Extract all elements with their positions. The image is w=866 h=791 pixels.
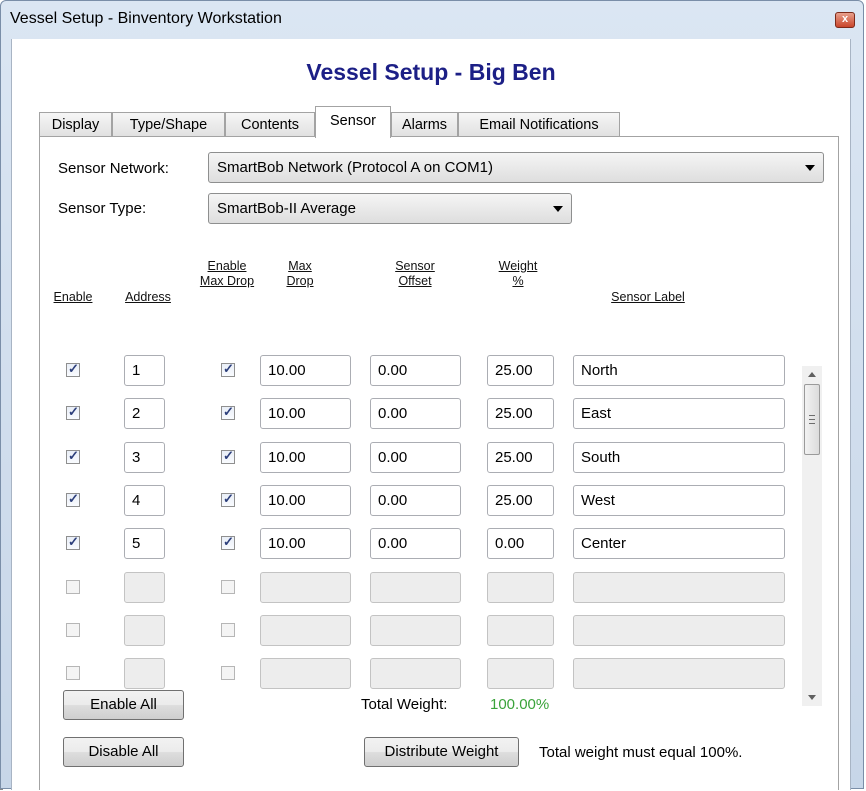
sensor-offset-field[interactable]	[370, 658, 461, 689]
sensor-offset-field[interactable]: 0.00	[370, 528, 461, 559]
distribute-weight-button[interactable]: Distribute Weight	[364, 737, 519, 767]
weight-field[interactable]	[487, 572, 554, 603]
enable-max-drop-checkbox[interactable]	[221, 491, 235, 507]
sensor-offset-field[interactable]: 0.00	[370, 485, 461, 516]
enable-checkbox[interactable]	[66, 491, 80, 507]
sensor-offset-field[interactable]	[370, 572, 461, 603]
enable-max-drop-checkbox[interactable]	[221, 623, 235, 637]
window-title: Vessel Setup - Binventory Workstation	[10, 10, 282, 27]
sensor-label-field[interactable]: Center	[573, 528, 785, 559]
weight-field[interactable]: 25.00	[487, 355, 554, 386]
enable-checkbox[interactable]	[66, 448, 80, 464]
enable-checkbox[interactable]	[66, 404, 80, 420]
total-weight-label: Total Weight:	[361, 696, 448, 713]
enable-checkbox[interactable]	[66, 361, 80, 377]
col-header-enable: Enable	[53, 290, 93, 304]
scrollbar-thumb[interactable]	[804, 384, 820, 455]
total-weight-value: 100.00%	[490, 696, 550, 713]
enable-max-drop-checkbox[interactable]	[221, 666, 235, 680]
enable-checkbox[interactable]	[66, 534, 80, 550]
address-field[interactable]: 3	[124, 442, 165, 473]
sensor-label-field[interactable]	[573, 658, 785, 689]
address-field[interactable]	[124, 658, 165, 689]
enable-max-drop-checkbox[interactable]	[221, 580, 235, 594]
col-header-address: Address	[125, 290, 171, 304]
address-field[interactable]	[124, 615, 165, 646]
rows-scrollbar[interactable]	[802, 366, 822, 706]
address-field[interactable]: 2	[124, 398, 165, 429]
address-field[interactable]: 4	[124, 485, 165, 516]
tab-sensor[interactable]: Sensor	[315, 106, 391, 138]
page-title: Vessel Setup - Big Ben	[306, 59, 556, 85]
weight-field[interactable]	[487, 615, 554, 646]
dialog-client: Vessel Setup - Big Ben Display Type/Shap…	[11, 39, 851, 790]
weight-field[interactable]	[487, 658, 554, 689]
sensor-network-value: SmartBob Network (Protocol A on COM1)	[217, 159, 493, 176]
weight-field[interactable]: 25.00	[487, 442, 554, 473]
enable-max-drop-checkbox[interactable]	[221, 404, 235, 420]
max-drop-field[interactable]: 10.00	[260, 442, 351, 473]
tab-display[interactable]: Display	[39, 112, 112, 137]
weight-field[interactable]: 0.00	[487, 528, 554, 559]
col-header-sensor-offset: Sensor Offset	[395, 259, 435, 288]
enable-checkbox[interactable]	[66, 623, 80, 637]
sensor-offset-field[interactable]: 0.00	[370, 398, 461, 429]
sensor-label-field[interactable]: South	[573, 442, 785, 473]
sensor-type-select[interactable]: SmartBob-II Average	[208, 193, 572, 224]
scroll-down-arrow-icon[interactable]	[802, 688, 822, 706]
sensor-type-label: Sensor Type:	[58, 200, 147, 217]
dialog-window: Vessel Setup - Binventory Workstation x …	[0, 0, 864, 790]
sensor-type-value: SmartBob-II Average	[217, 200, 356, 217]
max-drop-field[interactable]: 10.00	[260, 398, 351, 429]
weight-field[interactable]: 25.00	[487, 485, 554, 516]
address-field[interactable]	[124, 572, 165, 603]
enable-checkbox[interactable]	[66, 580, 80, 594]
tab-contents[interactable]: Contents	[225, 112, 315, 137]
sensor-offset-field[interactable]: 0.00	[370, 442, 461, 473]
sensor-label-field[interactable]	[573, 572, 785, 603]
total-weight-note: Total weight must equal 100%.	[539, 744, 743, 761]
sensor-network-label: Sensor Network:	[58, 160, 169, 177]
sensor-label-field[interactable]: North	[573, 355, 785, 386]
max-drop-field[interactable]: 10.00	[260, 485, 351, 516]
scroll-up-arrow-icon[interactable]	[802, 366, 822, 384]
chevron-down-icon	[553, 206, 563, 212]
enable-all-button[interactable]: Enable All	[63, 690, 184, 720]
max-drop-field[interactable]	[260, 572, 351, 603]
col-header-sensor-label: Sensor Label	[611, 290, 685, 304]
enable-max-drop-checkbox[interactable]	[221, 448, 235, 464]
sensor-label-field[interactable]: East	[573, 398, 785, 429]
close-button[interactable]: x	[835, 12, 855, 28]
weight-field[interactable]: 25.00	[487, 398, 554, 429]
col-header-weight: Weight%	[498, 259, 538, 288]
address-field[interactable]: 5	[124, 528, 165, 559]
tab-alarms[interactable]: Alarms	[391, 112, 458, 137]
max-drop-field[interactable]	[260, 658, 351, 689]
max-drop-field[interactable]	[260, 615, 351, 646]
tab-email-notifications[interactable]: Email Notifications	[458, 112, 620, 137]
tab-type-shape[interactable]: Type/Shape	[112, 112, 225, 137]
chevron-down-icon	[805, 165, 815, 171]
sensor-network-select[interactable]: SmartBob Network (Protocol A on COM1)	[208, 152, 824, 183]
title-bar: Vessel Setup - Binventory Workstation x	[1, 1, 863, 39]
col-header-max-drop: Max Drop	[286, 259, 314, 288]
sensor-offset-field[interactable]	[370, 615, 461, 646]
close-icon: x	[841, 13, 849, 25]
enable-checkbox[interactable]	[66, 666, 80, 680]
sensor-label-field[interactable]	[573, 615, 785, 646]
sensor-offset-field[interactable]: 0.00	[370, 355, 461, 386]
disable-all-button[interactable]: Disable All	[63, 737, 184, 767]
enable-max-drop-checkbox[interactable]	[221, 534, 235, 550]
col-header-enable-max-drop: Enable Max Drop	[199, 259, 255, 288]
enable-max-drop-checkbox[interactable]	[221, 361, 235, 377]
address-field[interactable]: 1	[124, 355, 165, 386]
sensor-label-field[interactable]: West	[573, 485, 785, 516]
max-drop-field[interactable]: 10.00	[260, 355, 351, 386]
max-drop-field[interactable]: 10.00	[260, 528, 351, 559]
